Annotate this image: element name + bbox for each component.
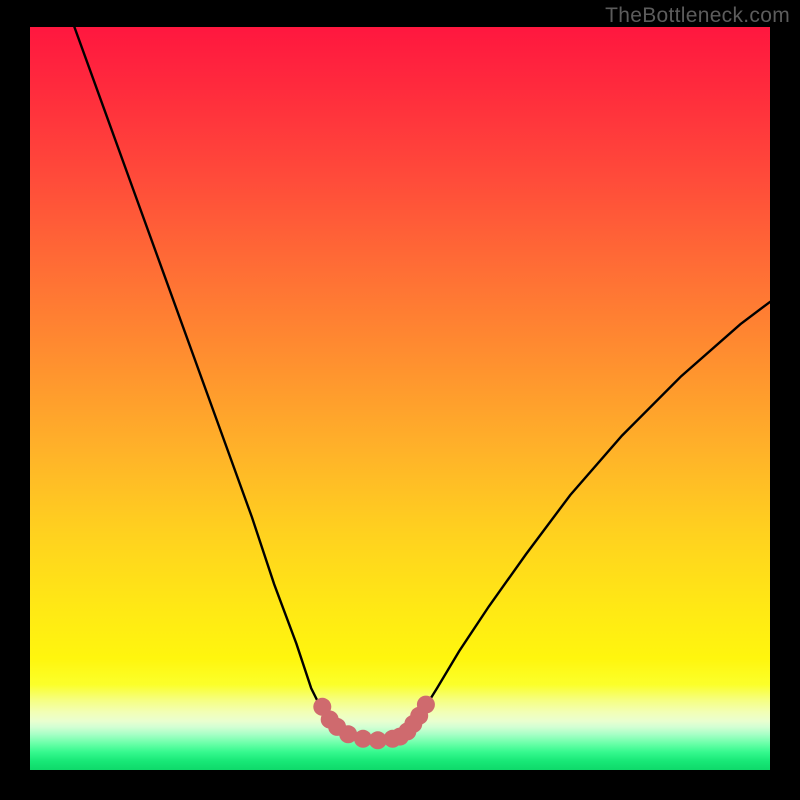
bottleneck-curve xyxy=(74,27,770,740)
trough-markers xyxy=(313,696,435,750)
trough-marker xyxy=(417,696,435,714)
curve-layer xyxy=(30,27,770,770)
chart-frame: TheBottleneck.com xyxy=(0,0,800,800)
plot-area xyxy=(30,27,770,770)
watermark-label: TheBottleneck.com xyxy=(605,4,790,28)
